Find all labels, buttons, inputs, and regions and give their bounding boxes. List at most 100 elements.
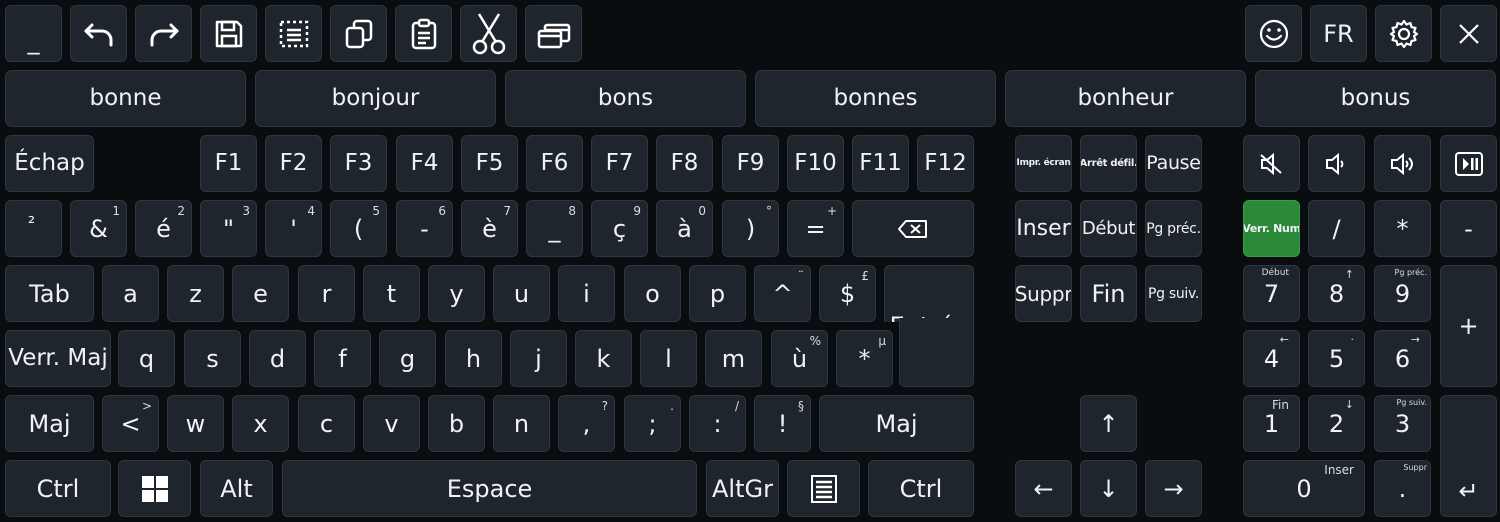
key-i[interactable]: i: [558, 265, 615, 322]
key-numpad-divide[interactable]: /: [1308, 200, 1365, 257]
key-volume-up[interactable]: [1374, 135, 1431, 192]
key-numpad-7[interactable]: 7 Début: [1243, 265, 1300, 322]
copy-button[interactable]: [330, 5, 387, 62]
key-numpad-4[interactable]: 4 ←: [1243, 330, 1300, 387]
key-print-screen[interactable]: Impr. écran: [1015, 135, 1072, 192]
key-r[interactable]: r: [298, 265, 355, 322]
minimize-button[interactable]: _: [5, 5, 62, 62]
key-a-grave[interactable]: à0: [656, 200, 713, 257]
key-numpad-add[interactable]: +: [1440, 265, 1497, 387]
key-p[interactable]: p: [689, 265, 746, 322]
windows-button[interactable]: [525, 5, 582, 62]
key-f11[interactable]: F11: [852, 135, 909, 192]
key-numpad-6[interactable]: 6 →: [1374, 330, 1431, 387]
key-f5[interactable]: F5: [461, 135, 518, 192]
key-home[interactable]: Début: [1080, 200, 1137, 257]
suggestion-6[interactable]: bonus: [1255, 70, 1496, 127]
key-l[interactable]: l: [640, 330, 697, 387]
key-numpad-3[interactable]: 3 Pg suiv.: [1374, 395, 1431, 452]
key-f8[interactable]: F8: [656, 135, 713, 192]
key-arrow-right[interactable]: →: [1145, 460, 1202, 517]
key-backspace[interactable]: [852, 200, 974, 257]
key-circumflex[interactable]: ^ ¨: [754, 265, 811, 322]
key-h[interactable]: h: [445, 330, 502, 387]
key-numpad-9[interactable]: 9 Pg préc.: [1374, 265, 1431, 322]
key-scroll-lock[interactable]: Arrêt défil.: [1080, 135, 1137, 192]
key-e-grave[interactable]: è7: [461, 200, 518, 257]
key-left-ctrl[interactable]: Ctrl: [5, 460, 111, 517]
key-o[interactable]: o: [624, 265, 681, 322]
key-semicolon[interactable]: ;.: [624, 395, 681, 452]
key-v[interactable]: v: [363, 395, 420, 452]
key-numpad-5[interactable]: 5 ·: [1308, 330, 1365, 387]
key-mute[interactable]: [1243, 135, 1300, 192]
key-e-acute[interactable]: é2: [135, 200, 192, 257]
key-f2[interactable]: F2: [265, 135, 322, 192]
key-double-quote[interactable]: " 3: [200, 200, 257, 257]
key-underscore[interactable]: _ 8: [526, 200, 583, 257]
key-superscript-two[interactable]: ²: [5, 200, 62, 257]
key-numpad-0[interactable]: 0 Inser: [1243, 460, 1365, 517]
cut-button[interactable]: [460, 5, 517, 62]
key-volume-down[interactable]: [1308, 135, 1365, 192]
key-space[interactable]: Espace: [282, 460, 697, 517]
settings-button[interactable]: [1375, 5, 1432, 62]
key-f3[interactable]: F3: [330, 135, 387, 192]
key-page-down[interactable]: Pg suiv.: [1145, 265, 1202, 322]
emoji-button[interactable]: [1245, 5, 1302, 62]
key-t[interactable]: t: [363, 265, 420, 322]
key-k[interactable]: k: [575, 330, 632, 387]
key-n[interactable]: n: [493, 395, 550, 452]
key-w[interactable]: w: [167, 395, 224, 452]
key-right-shift[interactable]: Maj: [819, 395, 974, 452]
key-y[interactable]: y: [428, 265, 485, 322]
key-e[interactable]: e: [232, 265, 289, 322]
key-dollar[interactable]: $ £: [819, 265, 876, 322]
key-altgr[interactable]: AltGr: [706, 460, 779, 517]
suggestion-4[interactable]: bonnes: [755, 70, 996, 127]
key-colon[interactable]: : /: [689, 395, 746, 452]
select-all-button[interactable]: [265, 5, 322, 62]
key-arrow-up[interactable]: ↑: [1080, 395, 1137, 452]
key-numpad-decimal[interactable]: . Suppr: [1374, 460, 1431, 517]
key-f4[interactable]: F4: [396, 135, 453, 192]
key-f10[interactable]: F10: [787, 135, 844, 192]
key-open-paren[interactable]: (5: [330, 200, 387, 257]
key-j[interactable]: j: [510, 330, 567, 387]
key-caps-lock[interactable]: Verr. Maj: [5, 330, 111, 387]
key-less-than[interactable]: < >: [102, 395, 159, 452]
key-apostrophe[interactable]: ' 4: [265, 200, 322, 257]
key-pause[interactable]: Pause: [1145, 135, 1202, 192]
key-end[interactable]: Fin: [1080, 265, 1137, 322]
key-comma[interactable]: ,?: [558, 395, 615, 452]
key-left-alt[interactable]: Alt: [200, 460, 273, 517]
key-u[interactable]: u: [493, 265, 550, 322]
suggestion-2[interactable]: bonjour: [255, 70, 496, 127]
key-ampersand[interactable]: & 1: [70, 200, 127, 257]
key-num-lock[interactable]: Verr. Num: [1243, 200, 1300, 257]
key-f[interactable]: f: [314, 330, 371, 387]
close-button[interactable]: [1440, 5, 1497, 62]
language-button[interactable]: FR: [1310, 5, 1367, 62]
key-x[interactable]: x: [232, 395, 289, 452]
key-hyphen[interactable]: -6: [396, 200, 453, 257]
key-u-grave[interactable]: ù%: [771, 330, 828, 387]
key-arrow-left[interactable]: ←: [1015, 460, 1072, 517]
key-windows[interactable]: [118, 460, 191, 517]
key-a[interactable]: a: [102, 265, 159, 322]
key-m[interactable]: m: [705, 330, 762, 387]
key-s[interactable]: s: [184, 330, 241, 387]
key-equals[interactable]: = +: [787, 200, 844, 257]
key-q[interactable]: q: [118, 330, 175, 387]
key-numpad-8[interactable]: 8 ↑: [1308, 265, 1365, 322]
key-f9[interactable]: F9: [722, 135, 779, 192]
key-enter[interactable]: Entrée: [884, 265, 974, 322]
key-enter-lower[interactable]: [899, 318, 974, 387]
undo-button[interactable]: [70, 5, 127, 62]
key-f7[interactable]: F7: [591, 135, 648, 192]
suggestion-3[interactable]: bons: [505, 70, 746, 127]
key-asterisk[interactable]: * µ: [836, 330, 893, 387]
key-exclamation[interactable]: ! §: [754, 395, 811, 452]
key-f12[interactable]: F12: [917, 135, 974, 192]
key-right-ctrl[interactable]: Ctrl: [868, 460, 974, 517]
